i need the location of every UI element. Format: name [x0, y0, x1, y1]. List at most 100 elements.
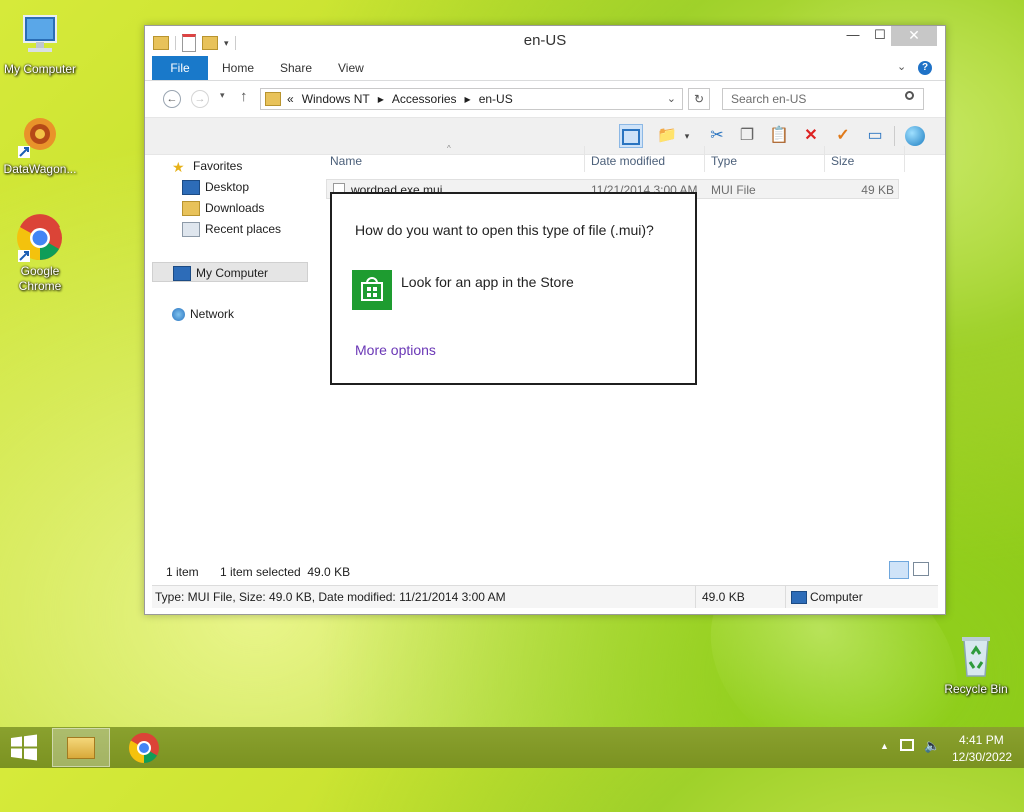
properties-icon[interactable]: ▭	[863, 124, 887, 148]
separator	[785, 586, 786, 608]
separator	[695, 586, 696, 608]
recycle-bin-icon	[952, 632, 1000, 680]
refresh-button[interactable]: ↻	[688, 88, 710, 110]
copy-icon[interactable]: ❐	[735, 124, 759, 148]
chrome-icon	[128, 732, 159, 763]
details-view-icon[interactable]	[889, 561, 909, 579]
forward-button[interactable]: →	[191, 90, 209, 108]
folder-options-icon[interactable]: 📁	[655, 124, 679, 148]
help-icon[interactable]: ?	[918, 61, 932, 75]
breadcrumb-overflow[interactable]: «	[287, 92, 294, 106]
column-separator	[824, 146, 825, 172]
tab-share[interactable]: Share	[280, 56, 312, 80]
star-icon: ★	[172, 158, 185, 175]
back-button[interactable]: ←	[163, 90, 181, 108]
tab-home[interactable]: Home	[222, 56, 254, 80]
start-button[interactable]	[0, 727, 48, 768]
search-icon[interactable]	[905, 91, 914, 100]
preview-pane-icon[interactable]	[619, 124, 643, 148]
clock-date[interactable]: 12/30/2022	[952, 750, 1012, 764]
title-bar[interactable]: ▾ en-US — ☐ ✕	[145, 26, 945, 56]
desktop-icon-label: Recycle Bin	[944, 682, 1008, 696]
details-location: Computer	[810, 590, 863, 604]
minimize-button[interactable]: —	[838, 26, 868, 46]
volume-icon[interactable]: 🔈	[924, 738, 940, 754]
file-size: 49 KB	[861, 183, 894, 197]
column-separator	[704, 146, 705, 172]
open-with-dialog[interactable]: How do you want to open this type of fil…	[330, 192, 697, 385]
system-tray: ▲ 🔈 4:41 PM 12/30/2022	[864, 727, 1024, 768]
downloads-icon	[182, 201, 200, 217]
nav-desktop[interactable]: Desktop	[182, 177, 338, 197]
nav-label: My Computer	[196, 266, 269, 280]
nav-favorites[interactable]: ★ Favorites	[172, 156, 328, 176]
show-hidden-icons-icon[interactable]: ▲	[880, 741, 889, 751]
computer-icon	[791, 591, 807, 604]
up-button[interactable]: ↑	[240, 88, 248, 105]
nav-label: Favorites	[193, 159, 243, 173]
folder-icon	[265, 92, 281, 106]
column-separator	[904, 146, 905, 172]
desktop-icon-label: Google Chrome	[18, 264, 62, 293]
ribbon-tabs: File Home Share View ⌄ ?	[145, 56, 945, 81]
store-icon	[352, 270, 392, 310]
desktop-icon-recycle-bin[interactable]: Recycle Bin	[936, 632, 1016, 697]
nav-label: Network	[190, 307, 235, 321]
clock-time[interactable]: 4:41 PM	[959, 733, 1004, 747]
desktop-icon-my-computer[interactable]: My Computer	[0, 12, 80, 77]
recent-locations-icon[interactable]: ▾	[220, 90, 225, 101]
column-size[interactable]: Size	[831, 154, 854, 168]
desktop-icon-label: My Computer	[3, 62, 77, 76]
desktop-icon-datawagon[interactable]: DataWagon...	[0, 112, 80, 177]
nav-my-computer[interactable]: My Computer	[152, 262, 308, 282]
nav-label: Downloads	[205, 201, 265, 215]
nav-label: Recent places	[205, 222, 282, 236]
address-bar[interactable]: « Windows NT ▶ Accessories ▶ en-US ⌄	[260, 88, 683, 110]
item-count: 1 item	[166, 565, 199, 579]
search-input[interactable]: Search en-US	[722, 88, 924, 110]
store-option-label: Look for an app in the Store	[401, 274, 574, 290]
network-status-icon[interactable]	[900, 739, 914, 751]
tab-view[interactable]: View	[338, 56, 364, 80]
breadcrumb-accessories[interactable]: Accessories	[392, 92, 457, 106]
navigation-pane: ★ Favorites Desktop Downloads Recent plac…	[152, 154, 310, 556]
delete-icon[interactable]: ✕	[799, 124, 823, 148]
breadcrumb-windows-nt[interactable]: Windows NT	[302, 92, 370, 106]
cut-icon[interactable]: ✂	[705, 124, 729, 148]
file-type: MUI File	[711, 183, 756, 197]
chevron-right-icon[interactable]: ▶	[465, 95, 471, 104]
network-icon	[172, 308, 185, 322]
nav-recent-places[interactable]: Recent places	[182, 219, 338, 239]
tab-file[interactable]: File	[152, 56, 208, 80]
status-bar: 1 item 1 item selected 49.0 KB	[145, 556, 945, 584]
rename-icon[interactable]: ✓	[831, 124, 855, 148]
globe-icon[interactable]	[903, 124, 927, 148]
details-info: Type: MUI File, Size: 49.0 KB, Date modi…	[155, 590, 506, 604]
dropdown-icon[interactable]: ▾	[681, 124, 693, 148]
taskbar-chrome[interactable]	[118, 728, 170, 767]
nav-label: Desktop	[205, 180, 250, 194]
column-date-modified[interactable]: Date modified	[591, 154, 665, 168]
address-dropdown-icon[interactable]: ⌄	[667, 92, 676, 105]
sort-indicator-icon: ^	[447, 144, 451, 153]
chevron-right-icon[interactable]: ▶	[378, 95, 384, 104]
nav-downloads[interactable]: Downloads	[182, 198, 338, 218]
column-type[interactable]: Type	[711, 154, 737, 168]
window-title: en-US	[523, 32, 567, 49]
large-icons-view-icon[interactable]	[913, 562, 929, 576]
dialog-question: How do you want to open this type of fil…	[355, 222, 654, 238]
store-option[interactable]: Look for an app in the Store	[352, 268, 672, 312]
expand-ribbon-icon[interactable]: ⌄	[897, 60, 906, 73]
paste-icon[interactable]: 📋	[767, 124, 791, 148]
desktop-icon-chrome[interactable]: Google Chrome	[0, 214, 80, 294]
breadcrumb-en-us[interactable]: en-US	[479, 92, 513, 106]
close-button[interactable]: ✕	[891, 26, 937, 46]
windows-logo-icon	[11, 734, 37, 761]
more-options-link[interactable]: More options	[355, 342, 436, 358]
desktop-icon	[182, 180, 200, 196]
desktop-icon-label: DataWagon...	[3, 162, 77, 176]
nav-network[interactable]: Network	[172, 304, 328, 324]
column-name[interactable]: Name	[330, 154, 362, 168]
taskbar-file-explorer[interactable]	[52, 728, 110, 767]
column-separator	[584, 146, 585, 172]
